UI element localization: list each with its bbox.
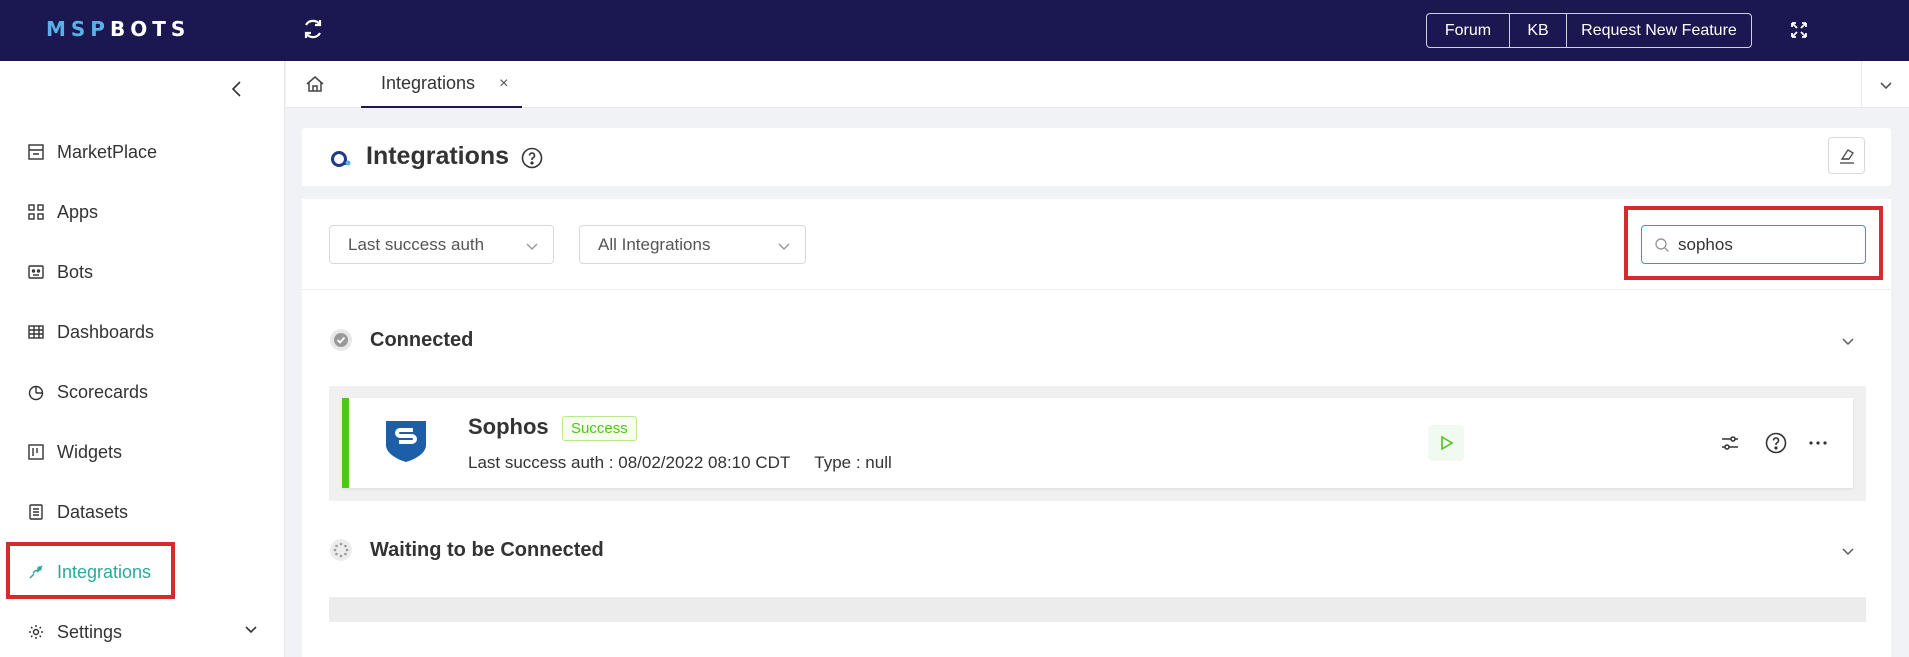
divider <box>302 289 1891 290</box>
integration-type-select[interactable]: All Integrations <box>579 225 806 264</box>
home-icon[interactable] <box>304 73 326 95</box>
top-links: Forum KB Request New Feature <box>1426 13 1752 48</box>
type-select-value: All Integrations <box>598 234 711 254</box>
pending-icon <box>330 539 352 561</box>
chevron-down-icon <box>1879 81 1892 89</box>
waiting-section-header[interactable]: Waiting to be Connected <box>329 537 604 563</box>
logo-part-msp: MSP <box>46 17 110 41</box>
search-input[interactable] <box>1678 234 1858 255</box>
sidebar-item-label: Dashboards <box>57 321 155 342</box>
chevron-down-icon[interactable] <box>1840 333 1856 349</box>
pie-icon <box>28 385 44 401</box>
last-auth-text: Last success auth : 08/02/2022 08:10 CDT <box>468 453 791 472</box>
export-button[interactable] <box>1828 137 1865 174</box>
integration-card-sophos[interactable]: Sophos Success Last success auth : 08/02… <box>342 398 1853 488</box>
integration-meta: Last success auth : 08/02/2022 08:10 CDT… <box>468 453 892 473</box>
request-feature-button[interactable]: Request New Feature <box>1566 14 1751 47</box>
fullscreen-icon[interactable] <box>1789 20 1809 40</box>
logo-part-bots: BOTS <box>109 17 191 41</box>
close-tab-icon[interactable]: × <box>499 75 508 93</box>
sidebar-item-apps[interactable]: Apps <box>27 200 98 224</box>
sidebar-item-label: Bots <box>57 261 94 282</box>
chevron-down-icon <box>778 243 790 250</box>
bot-icon <box>28 265 44 279</box>
sidebar-item-label: Apps <box>57 201 99 222</box>
sidebar-item-settings[interactable]: Settings <box>27 620 122 644</box>
sidebar: MarketPlace Apps Bots Dashboards Scoreca… <box>0 61 285 657</box>
sidebar-item-label: MarketPlace <box>57 141 158 162</box>
tab-more-button[interactable] <box>1861 61 1909 108</box>
play-icon <box>1441 435 1454 451</box>
type-text: Type : null <box>814 453 892 472</box>
sidebar-item-scorecards[interactable]: Scorecards <box>27 380 148 404</box>
kb-button[interactable]: KB <box>1509 14 1566 47</box>
sort-select[interactable]: Last success auth <box>329 225 554 264</box>
sidebar-item-label: Settings <box>57 621 123 642</box>
tab-label: Integrations <box>381 73 476 93</box>
chevron-down-icon[interactable] <box>1840 543 1856 559</box>
help-icon[interactable] <box>1764 431 1788 455</box>
settings-sliders-icon[interactable] <box>1718 431 1742 455</box>
sidebar-item-label: Scorecards <box>57 381 149 402</box>
connected-section-label: Connected <box>370 328 474 351</box>
gear-icon <box>29 625 43 639</box>
dataset-icon <box>29 504 43 520</box>
help-icon[interactable] <box>520 146 544 170</box>
search-box[interactable] <box>1641 225 1866 264</box>
grid-icon <box>28 204 44 220</box>
status-badge: Success <box>562 416 637 441</box>
forum-button[interactable]: Forum <box>1427 14 1509 47</box>
sort-select-value: Last success auth <box>348 234 485 254</box>
top-bar: MSPBOTS Forum KB Request New Feature <box>0 0 1909 61</box>
integrations-panel: Last success auth All Integrations Conne… <box>302 199 1891 657</box>
sidebar-item-bots[interactable]: Bots <box>27 260 93 284</box>
integrations-logo-icon <box>331 151 351 167</box>
link-icon <box>29 565 43 579</box>
sidebar-item-widgets[interactable]: Widgets <box>27 440 122 464</box>
page-title: Integrations <box>366 142 510 170</box>
integration-name: Sophos <box>468 414 549 439</box>
table-icon <box>28 325 44 339</box>
more-icon[interactable] <box>1806 431 1830 455</box>
refresh-icon[interactable] <box>301 17 325 41</box>
store-icon <box>28 144 44 160</box>
tab-integrations[interactable]: Integrations × <box>361 61 522 108</box>
run-button[interactable] <box>1428 425 1464 461</box>
connected-check-icon <box>330 329 352 351</box>
sidebar-item-dashboards[interactable]: Dashboards <box>27 320 154 344</box>
sophos-logo-icon <box>386 421 426 462</box>
app-logo[interactable]: MSPBOTS <box>46 17 190 41</box>
sidebar-item-datasets[interactable]: Datasets <box>27 500 128 524</box>
waiting-section-label: Waiting to be Connected <box>370 538 604 561</box>
collapse-sidebar-icon[interactable] <box>227 79 247 99</box>
eraser-icon <box>1839 148 1854 164</box>
connected-section-header[interactable]: Connected <box>329 327 473 353</box>
tab-bar: Integrations × <box>286 61 1909 108</box>
page-header: Integrations <box>302 128 1891 186</box>
search-icon <box>1655 237 1669 252</box>
chevron-down-icon <box>526 243 538 250</box>
sidebar-item-label: Datasets <box>57 501 129 522</box>
sidebar-item-label: Integrations <box>57 561 152 582</box>
chevron-down-icon[interactable] <box>243 621 259 637</box>
sidebar-item-marketplace[interactable]: MarketPlace <box>27 140 157 164</box>
sidebar-item-label: Widgets <box>57 441 123 462</box>
sidebar-item-integrations[interactable]: Integrations <box>27 560 151 584</box>
widget-icon <box>28 444 44 460</box>
waiting-list <box>329 597 1866 622</box>
